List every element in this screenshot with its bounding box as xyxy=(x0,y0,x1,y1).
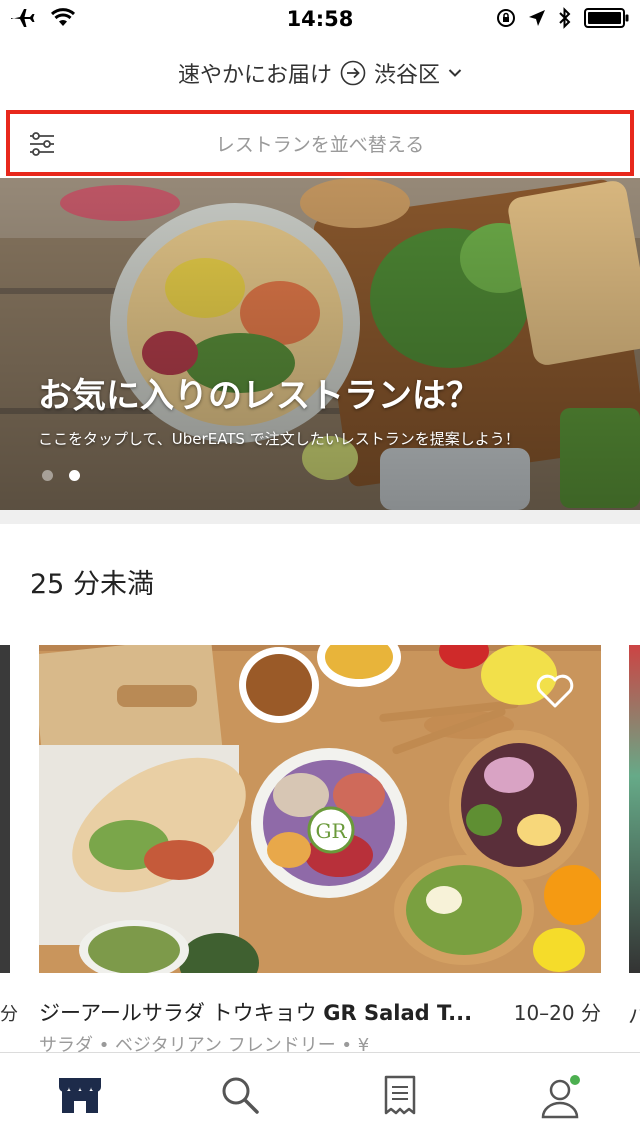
tab-account[interactable] xyxy=(530,1075,590,1125)
tab-restaurants[interactable] xyxy=(50,1075,110,1125)
carousel-dot[interactable] xyxy=(42,470,53,481)
status-right xyxy=(496,7,630,33)
tab-bar xyxy=(0,1052,640,1138)
restaurant-photo: GR xyxy=(39,645,601,973)
user-icon xyxy=(539,1075,581,1125)
previous-card-stub[interactable] xyxy=(0,645,10,973)
banner-title: お気に入りのレストランは？ xyxy=(38,376,480,416)
logo-text: GR xyxy=(315,819,347,843)
chevron-down-icon xyxy=(448,68,462,78)
receipt-icon xyxy=(383,1075,417,1125)
banner-subtitle: ここをタップして、UberEATS で注文したいレストランを提案しよう！ xyxy=(38,430,520,448)
sort-placeholder: レストランを並べ替える xyxy=(215,133,425,156)
status-bar: 14:58 xyxy=(0,0,640,40)
suggest-restaurant-banner[interactable]: お気に入りのレストランは？ ここをタップして、UberEATS で注文したいレス… xyxy=(0,178,640,510)
next-card-text: ハ xyxy=(628,1004,640,1028)
restaurant-card[interactable]: GR ジーアールサラダ トウキョウ GR Salad T... 10–20 分 … xyxy=(39,645,601,1056)
location-label: 渋谷区 xyxy=(374,63,441,88)
favorite-heart-icon[interactable] xyxy=(535,673,575,709)
delivery-header[interactable]: 速やかにお届け 渋谷区 xyxy=(0,40,640,106)
filter-sliders-icon[interactable] xyxy=(28,130,56,162)
next-card-stub[interactable] xyxy=(629,645,640,973)
tab-search[interactable] xyxy=(210,1075,270,1125)
arrow-circle-icon xyxy=(340,60,366,86)
delivery-time: 10–20 分 xyxy=(499,997,601,1026)
tab-orders[interactable] xyxy=(370,1075,430,1125)
restaurant-name-ja: ジーアールサラダ トウキョウ xyxy=(39,1001,324,1025)
storefront-icon xyxy=(56,1075,104,1125)
search-icon xyxy=(220,1075,260,1125)
delivery-label: 速やかにお届け xyxy=(177,63,332,88)
previous-card-text: 分 xyxy=(0,1004,18,1025)
banner-shade xyxy=(0,178,640,510)
location-arrow-icon xyxy=(528,9,546,31)
carousel-dot-active[interactable] xyxy=(69,470,80,481)
restaurant-name-en: GR Salad T... xyxy=(323,1001,473,1025)
section-divider xyxy=(0,510,640,524)
carousel-dots[interactable] xyxy=(42,470,80,481)
sort-restaurants-bar[interactable]: レストランを並べ替える xyxy=(6,110,634,176)
section-title: 25 分未満 xyxy=(30,569,154,600)
bluetooth-icon xyxy=(558,7,572,33)
orientation-lock-icon xyxy=(496,8,516,32)
battery-icon xyxy=(584,7,630,33)
